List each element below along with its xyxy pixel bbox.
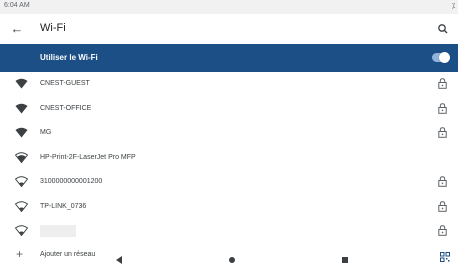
nav-home-icon[interactable] — [229, 257, 235, 263]
hidden-network-name — [40, 225, 76, 237]
plus-icon: + — [16, 247, 24, 261]
qr-scan-button[interactable] — [440, 249, 450, 262]
network-name: HP-Print-2F-LaserJet Pro MFP — [40, 153, 136, 161]
network-name: 3100000000001200 — [40, 178, 103, 185]
status-bar: 6:04 AM ⁒ — [0, 0, 458, 14]
network-row[interactable]: HP-Print-2F-LaserJet Pro MFP — [0, 146, 458, 170]
network-row[interactable] — [0, 219, 458, 243]
network-name: CNEST-OFFICE — [40, 104, 92, 112]
network-name: TP-LINK_0736 — [40, 202, 87, 210]
wifi-signal-icon — [15, 200, 28, 212]
network-row[interactable]: MG — [0, 121, 458, 145]
back-button[interactable]: ← — [8, 20, 26, 38]
arrow-left-icon: ← — [10, 21, 24, 36]
wifi-signal-icon — [15, 78, 28, 89]
lock-icon — [438, 102, 447, 114]
wifi-signal-icon — [15, 127, 28, 138]
nav-back-icon[interactable] — [116, 256, 122, 264]
lock-icon — [438, 127, 447, 138]
wifi-signal-icon — [15, 225, 28, 236]
wifi-signal-icon — [15, 176, 28, 187]
nav-recents-icon[interactable] — [342, 257, 348, 263]
qr-scan-icon — [440, 252, 450, 262]
network-name: MG — [40, 129, 52, 136]
lock-icon — [438, 225, 447, 236]
network-row[interactable]: CNEST-OFFICE — [0, 97, 458, 121]
page-title: Wi-Fi — [40, 22, 66, 34]
search-button[interactable] — [434, 20, 452, 38]
status-time: 6:04 AM — [4, 2, 30, 9]
wifi-signal-icon — [15, 151, 28, 163]
network-row[interactable]: 3100000000001200 — [0, 170, 458, 194]
add-network-label: Ajouter un réseau — [40, 251, 96, 258]
switch-knob — [439, 51, 450, 63]
network-name: CNEST-GUEST — [40, 80, 90, 87]
network-row[interactable]: CNEST-GUEST — [0, 72, 458, 96]
lock-icon — [438, 200, 447, 212]
search-icon — [438, 24, 448, 34]
lock-icon — [438, 176, 447, 187]
lock-icon — [438, 78, 447, 89]
network-row[interactable]: TP-LINK_0736 — [0, 195, 458, 219]
wifi-signal-icon — [15, 103, 28, 113]
wifi-toggle-row[interactable]: Utiliser le Wi-Fi — [0, 44, 458, 72]
wifi-toggle-label: Utiliser le Wi-Fi — [40, 53, 98, 62]
app-bar: ← Wi-Fi — [0, 14, 458, 44]
status-indicator-icon: ⁒ — [451, 3, 455, 10]
wifi-toggle-switch[interactable] — [432, 51, 450, 63]
